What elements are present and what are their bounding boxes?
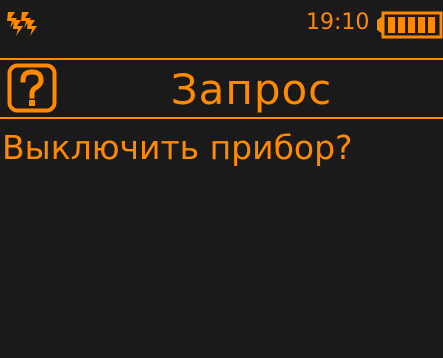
dialog-title: Запрос <box>170 65 333 114</box>
device-screen: 19:10 Запрос Выключить прибор? <box>0 0 443 358</box>
battery-full-icon <box>377 11 443 39</box>
status-time: 19:10 <box>306 10 370 35</box>
double-arrow-icon <box>7 12 37 36</box>
status-bar: 19:10 <box>0 0 443 46</box>
question-icon <box>7 63 57 113</box>
dialog-message: Выключить прибор? <box>2 128 353 167</box>
header-divider-bottom <box>0 117 443 119</box>
dialog-header: Запрос <box>0 60 443 117</box>
